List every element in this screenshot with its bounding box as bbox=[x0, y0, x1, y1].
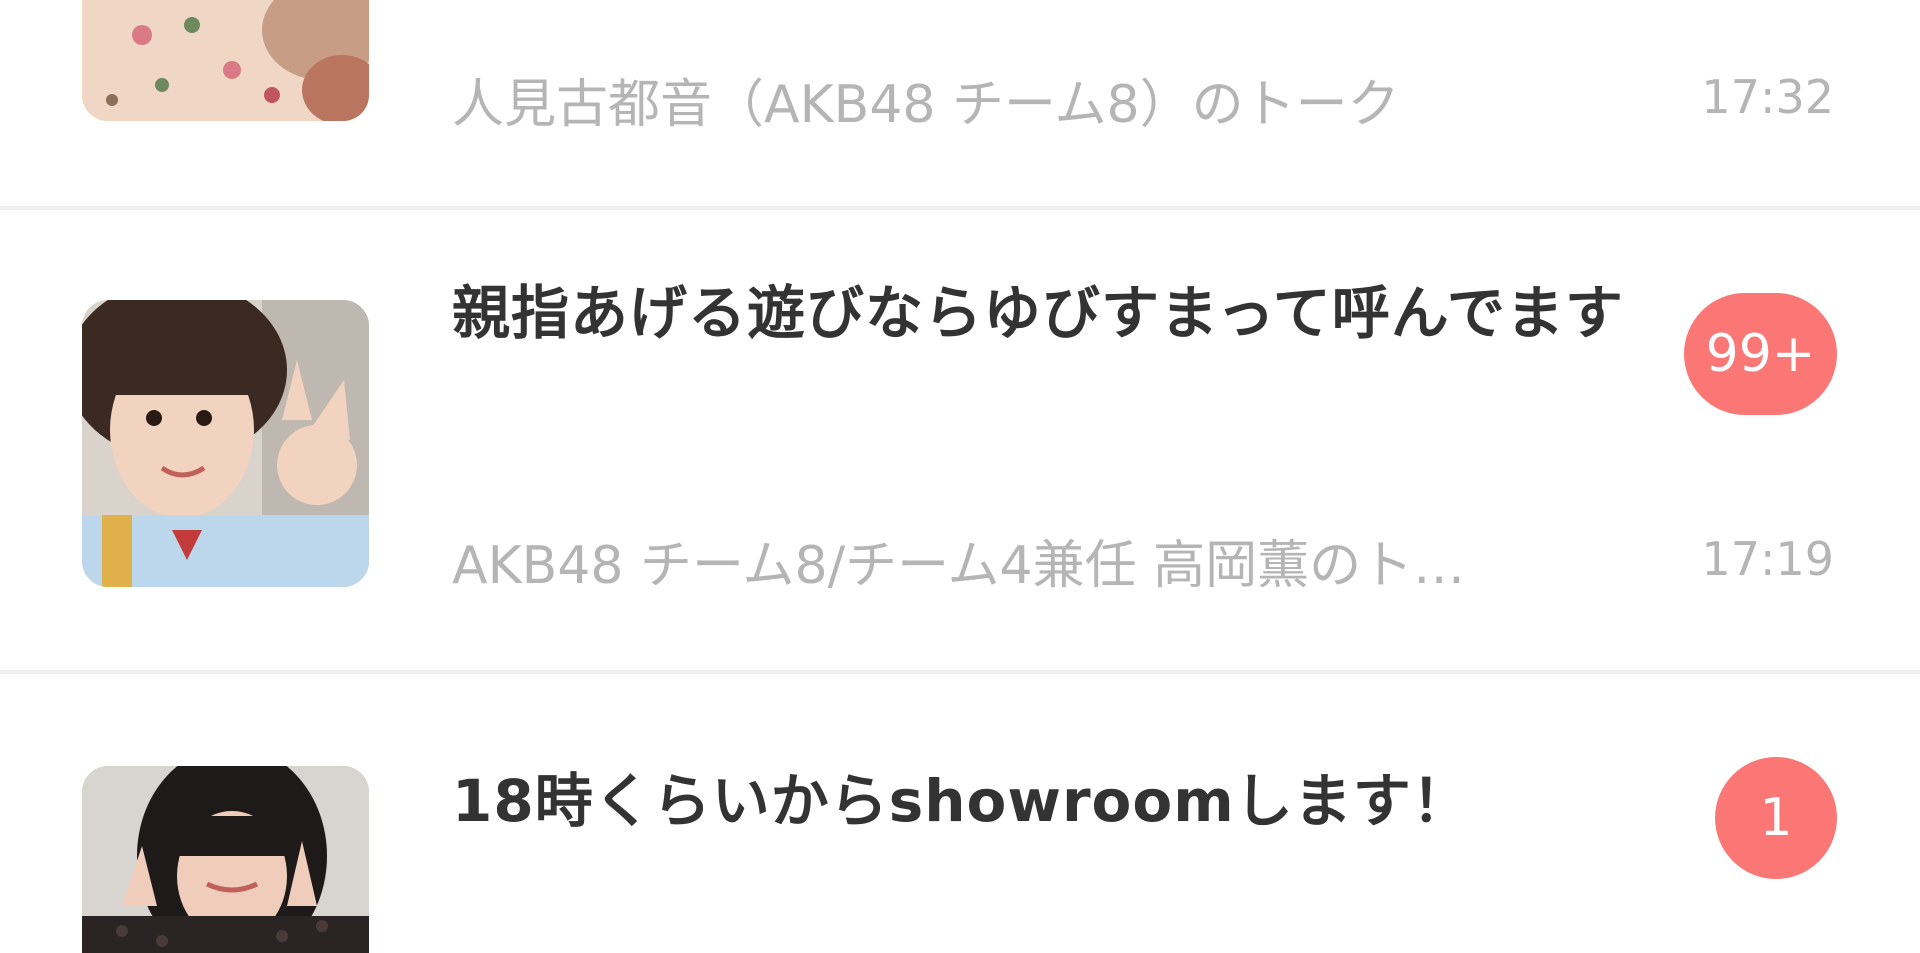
unread-badge: 99+ bbox=[1684, 293, 1837, 415]
chat-row[interactable]: 18時くらいからshowroomします！ 1 bbox=[0, 674, 1920, 953]
chat-preview: 人見古都音（AKB48 チーム8）のトーク bbox=[452, 75, 1400, 135]
unread-badge: 1 bbox=[1715, 757, 1837, 879]
avatar-image bbox=[82, 300, 369, 587]
avatar-image bbox=[82, 0, 369, 121]
chat-row[interactable]: 人見古都音（AKB48 チーム8）のトーク 17:32 bbox=[0, 0, 1920, 206]
chat-time: 17:32 bbox=[1701, 70, 1834, 124]
chat-title: 18時くらいからshowroomします！ bbox=[452, 767, 1471, 835]
chat-list: 人見古都音（AKB48 チーム8）のトーク 17:32 親指あげる遊びならゆびす… bbox=[0, 0, 1920, 953]
chat-preview: AKB48 チーム8/チーム4兼任 高岡薫のト… bbox=[452, 536, 1466, 596]
chat-row[interactable]: 親指あげる遊びならゆびすまって呼んでます AKB48 チーム8/チーム4兼任 高… bbox=[0, 210, 1920, 672]
avatar-image bbox=[82, 766, 369, 953]
chat-time: 17:19 bbox=[1701, 532, 1834, 586]
avatar bbox=[82, 0, 369, 121]
avatar bbox=[82, 300, 369, 587]
chat-title: 親指あげる遊びならゆびすまって呼んでます bbox=[452, 279, 1624, 347]
avatar bbox=[82, 766, 369, 953]
